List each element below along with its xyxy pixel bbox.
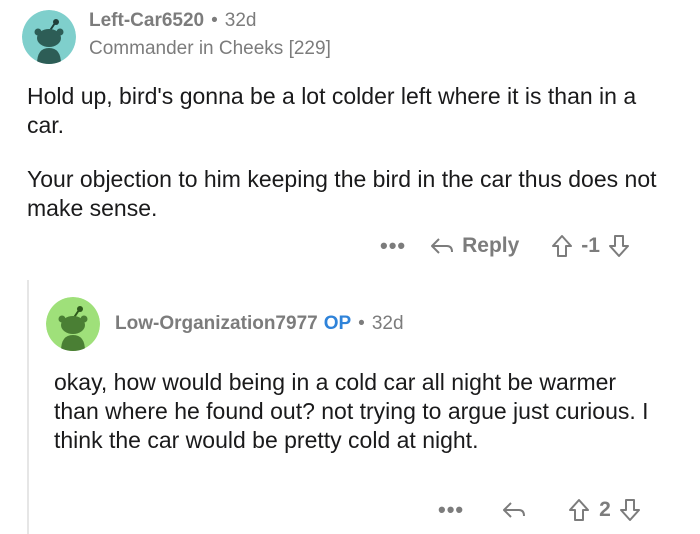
downvote-button[interactable] — [608, 234, 630, 258]
downvote-button[interactable] — [619, 498, 641, 522]
user-flair: Commander in Cheeks [229] — [89, 38, 331, 59]
snoo-avatar-icon — [22, 10, 76, 64]
more-options-button[interactable]: ••• — [438, 497, 464, 523]
avatar[interactable] — [46, 297, 100, 351]
upvote-arrow-icon — [552, 235, 573, 257]
reply-label: Reply — [462, 234, 520, 257]
comment-paragraph: Hold up, bird's gonna be a lot colder le… — [27, 83, 637, 138]
upvote-button[interactable] — [568, 498, 590, 522]
separator: • — [358, 313, 365, 334]
reply-icon — [431, 238, 454, 254]
snoo-avatar-icon — [46, 297, 100, 351]
comment-actions: ••• Reply -1 — [380, 231, 630, 261]
username[interactable]: Left-Car6520 — [89, 10, 204, 31]
comment-age: 32d — [371, 313, 404, 334]
upvote-button[interactable] — [551, 234, 573, 258]
comment-paragraph: Your objection to him keeping the bird i… — [27, 166, 657, 221]
separator: • — [211, 10, 218, 31]
avatar[interactable] — [22, 10, 76, 64]
downvote-arrow-icon — [608, 235, 629, 257]
username[interactable]: Low-Organization7977 — [115, 313, 318, 334]
comment-meta: Left-Car6520 • 32d — [89, 10, 256, 32]
comment-age: 32d — [224, 10, 257, 31]
more-options-button[interactable]: ••• — [380, 233, 406, 259]
comment-paragraph: okay, how would being in a cold car all … — [54, 369, 649, 453]
vote-score: -1 — [581, 234, 600, 257]
thread-line[interactable] — [27, 280, 29, 534]
reply-button[interactable]: Reply — [430, 234, 519, 258]
upvote-arrow-icon — [569, 499, 590, 521]
comment-meta: Low-Organization7977 OP • 32d — [115, 313, 404, 335]
comment-actions: ••• 2 — [438, 495, 641, 525]
reply-icon — [503, 502, 526, 518]
downvote-arrow-icon — [619, 499, 640, 521]
op-badge: OP — [323, 313, 352, 334]
vote-score: 2 — [599, 498, 611, 521]
reply-button[interactable] — [502, 500, 526, 520]
